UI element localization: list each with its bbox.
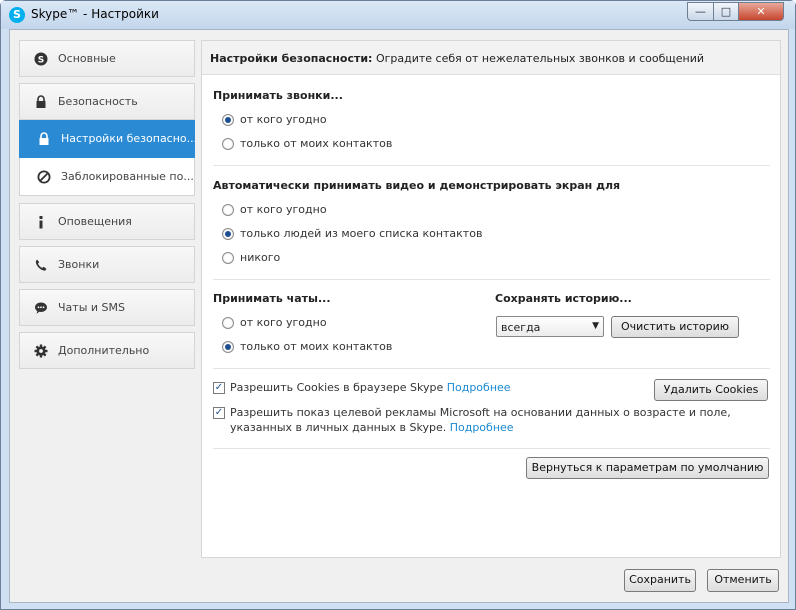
cancel-button[interactable]: Отменить xyxy=(707,569,779,592)
sidebar-subitem-blocked-users[interactable]: Заблокированные по... xyxy=(19,158,195,196)
sidebar-item-label: Основные xyxy=(58,52,116,65)
sidebar-item-security[interactable]: Безопасность xyxy=(19,83,195,120)
chats-section-title: Принимать чаты... xyxy=(213,292,331,305)
cookies-label: Разрешить Cookies в браузере Skype xyxy=(230,381,444,394)
sidebar-subitem-label: Заблокированные по... xyxy=(61,170,194,183)
sidebar-subitem-security-settings[interactable]: Настройки безопасно... xyxy=(19,120,198,158)
ads-checkbox[interactable]: ✓ xyxy=(213,407,225,419)
sidebar-item-label: Дополнительно xyxy=(58,344,150,357)
cookies-more-link[interactable]: Подробнее xyxy=(447,381,511,394)
sidebar-item-label: Звонки xyxy=(58,258,100,271)
radio-label: никого xyxy=(240,251,281,264)
options-client-area: S Основные Безопасность Настройки безопа… xyxy=(9,29,789,603)
block-icon xyxy=(37,170,51,184)
panel-header: Настройки безопасности: Оградите себя от… xyxy=(202,41,780,75)
history-select[interactable]: всегда ▼ xyxy=(496,316,604,337)
ads-more-link[interactable]: Подробнее xyxy=(450,421,514,434)
save-button[interactable]: Сохранить xyxy=(624,569,696,592)
sidebar-item-general[interactable]: S Основные xyxy=(19,40,195,77)
lock-icon xyxy=(39,132,49,145)
radio-label: от кого угодно xyxy=(240,316,327,329)
maximize-button[interactable]: □ xyxy=(713,2,739,21)
info-icon xyxy=(39,216,43,229)
phone-icon xyxy=(35,259,47,271)
radio-button[interactable] xyxy=(222,317,234,329)
radio-button[interactable] xyxy=(222,252,234,264)
radio-label: только от моих контактов xyxy=(240,137,393,150)
page-subtitle: Оградите себя от нежелательных звонков и… xyxy=(372,52,705,65)
divider xyxy=(213,165,770,166)
radio-label: от кого угодно xyxy=(240,203,327,216)
radio-label: от кого угодно xyxy=(240,113,327,126)
video-section-title: Автоматически принимать видео и демонстр… xyxy=(213,179,621,192)
history-select-value: всегда xyxy=(501,321,541,334)
radio-button[interactable] xyxy=(222,341,234,353)
sidebar-item-label: Оповещения xyxy=(58,215,132,228)
delete-cookies-button[interactable]: Удалить Cookies xyxy=(654,379,768,401)
ads-text: Разрешить показ целевой рекламы Microsof… xyxy=(230,405,770,435)
gear-icon xyxy=(34,344,48,358)
radio-button[interactable] xyxy=(222,228,234,240)
history-section-title: Сохранять историю... xyxy=(495,292,632,305)
close-button[interactable]: ✕ xyxy=(738,2,784,21)
divider xyxy=(213,368,770,369)
cookies-text: Разрешить Cookies в браузере Skype Подро… xyxy=(230,380,630,395)
cookies-checkbox[interactable]: ✓ xyxy=(213,382,225,394)
divider xyxy=(213,448,770,449)
radio-label: только от моих контактов xyxy=(240,340,393,353)
sidebar-item-label: Чаты и SMS xyxy=(58,301,125,314)
sidebar-item-advanced[interactable]: Дополнительно xyxy=(19,332,195,369)
radio-button[interactable] xyxy=(222,138,234,150)
sidebar-item-label: Безопасность xyxy=(58,95,138,108)
minimize-button[interactable]: — xyxy=(687,2,714,21)
chevron-down-icon: ▼ xyxy=(592,321,599,331)
title-bar[interactable]: S Skype™ - Настройки — □ ✕ xyxy=(1,1,795,29)
window-title: Skype™ - Настройки xyxy=(31,7,159,21)
skype-icon: S xyxy=(34,52,48,66)
sidebar-subitem-label: Настройки безопасно... xyxy=(61,132,198,145)
page-title: Настройки безопасности: Оградите себя от… xyxy=(210,52,704,65)
sidebar-item-chats-sms[interactable]: Чаты и SMS xyxy=(19,289,195,326)
page-title-bold: Настройки безопасности: xyxy=(210,52,373,65)
chat-icon xyxy=(35,302,47,314)
calls-section-title: Принимать звонки... xyxy=(213,89,343,102)
radio-button[interactable] xyxy=(222,204,234,216)
clear-history-button[interactable]: Очистить историю xyxy=(611,316,739,338)
sidebar-item-notifications[interactable]: Оповещения xyxy=(19,203,195,240)
skype-logo-icon: S xyxy=(9,7,25,23)
divider xyxy=(213,279,770,280)
sidebar-item-calls[interactable]: Звонки xyxy=(19,246,195,283)
svg-text:S: S xyxy=(38,56,44,66)
restore-defaults-button[interactable]: Вернуться к параметрам по умолчанию xyxy=(526,457,769,479)
radio-label: только людей из моего списка контактов xyxy=(240,227,483,240)
lock-icon xyxy=(36,95,46,108)
skype-options-window: S Skype™ - Настройки — □ ✕ S Основные Бе… xyxy=(0,0,796,610)
security-settings-panel: Настройки безопасности: Оградите себя от… xyxy=(201,40,781,558)
radio-button[interactable] xyxy=(222,114,234,126)
